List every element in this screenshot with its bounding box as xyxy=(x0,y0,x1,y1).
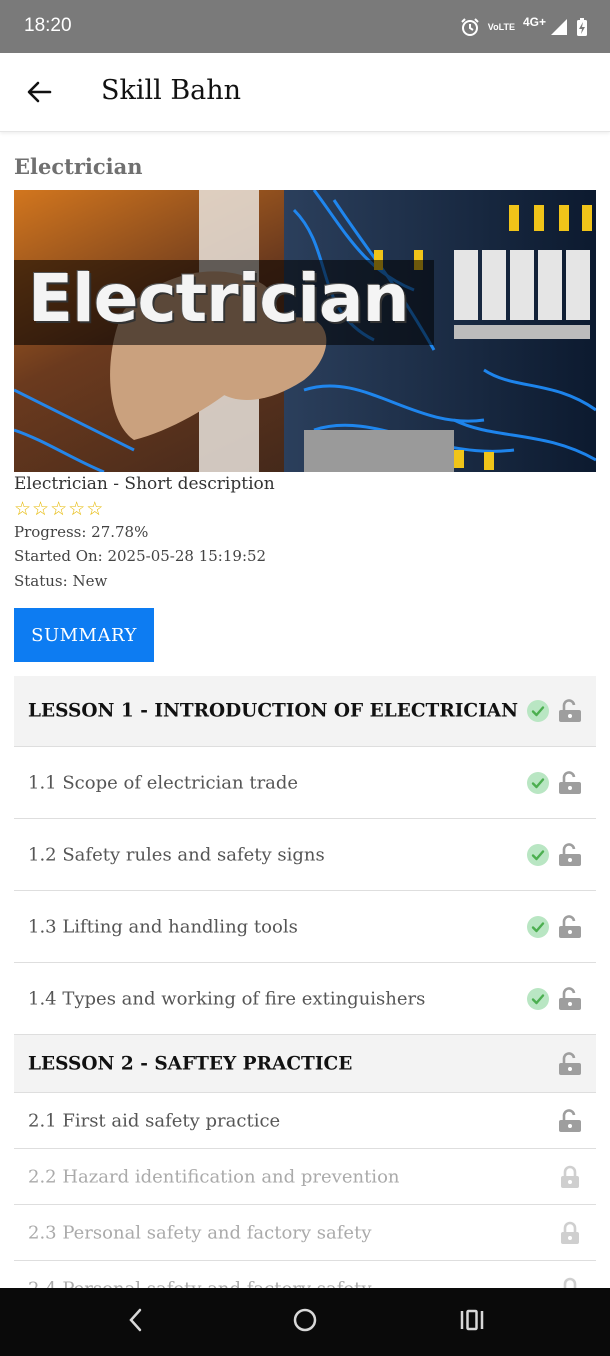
row-status-icons xyxy=(558,1165,582,1189)
lesson-topic-item[interactable]: 2.4 Personal safety and factory safety xyxy=(14,1261,596,1288)
lock-open-icon xyxy=(558,1108,582,1133)
topic-title: 2.4 Personal safety and factory safety xyxy=(28,1278,372,1288)
topic-title: 1.2 Safety rules and safety signs xyxy=(28,844,325,865)
lesson-topic-item[interactable]: 1.2 Safety rules and safety signs xyxy=(14,819,596,891)
check-circle-icon xyxy=(527,843,549,866)
lock-open-icon xyxy=(558,699,582,723)
star-outline-icon: ☆ xyxy=(68,498,86,520)
volte-indicator: Vo LTE xyxy=(487,21,515,32)
network-type: 4G+ xyxy=(522,15,546,29)
lesson-topic-item[interactable]: 1.4 Types and working of fire extinguish… xyxy=(14,963,596,1035)
course-banner-image: Electrician xyxy=(14,190,596,472)
topic-title: 2.2 Hazard identification and prevention xyxy=(28,1166,400,1187)
course-progress: Progress: 27.78% xyxy=(14,523,149,541)
course-status: Status: New xyxy=(14,572,108,590)
nav-home-button[interactable] xyxy=(285,1302,325,1342)
status-icons: Vo LTE 4G+ xyxy=(460,14,588,40)
signal-icon xyxy=(550,18,568,36)
lock-open-icon xyxy=(558,842,582,867)
row-status-icons xyxy=(527,914,582,939)
check-circle-icon xyxy=(527,771,549,794)
star-outline-icon: ☆ xyxy=(14,498,32,520)
lesson-title: LESSON 1 - INTRODUCTION OF ELECTRICIAN xyxy=(28,700,518,722)
row-status-icons xyxy=(558,1221,582,1245)
row-status-icons xyxy=(558,1108,582,1133)
topic-title: 1.4 Types and working of fire extinguish… xyxy=(28,988,426,1009)
topic-title: 1.1 Scope of electrician trade xyxy=(28,772,299,793)
app-bar: Skill Bahn xyxy=(0,53,610,132)
star-outline-icon: ☆ xyxy=(32,498,50,520)
lock-icon xyxy=(558,1277,582,1288)
arrow-left-icon xyxy=(26,79,52,109)
lesson-topic-item[interactable]: 2.3 Personal safety and factory safety xyxy=(14,1205,596,1261)
lock-icon xyxy=(558,1221,582,1245)
lesson-topic-item[interactable]: 2.1 First aid safety practice xyxy=(14,1093,596,1149)
star-outline-icon: ☆ xyxy=(86,498,104,520)
lesson-header[interactable]: LESSON 1 - INTRODUCTION OF ELECTRICIAN xyxy=(14,676,596,747)
row-status-icons xyxy=(558,1277,582,1288)
recents-icon xyxy=(459,1309,485,1335)
lock-icon xyxy=(558,1165,582,1189)
nav-recents-button[interactable] xyxy=(452,1302,492,1342)
chevron-left-icon xyxy=(126,1307,146,1337)
alarm-icon xyxy=(460,17,480,37)
check-circle-icon xyxy=(527,700,549,722)
system-nav-bar xyxy=(0,1288,610,1356)
lesson-title: LESSON 2 - SAFTEY PRACTICE xyxy=(28,1053,353,1074)
lock-open-icon xyxy=(558,914,582,939)
nav-back-button[interactable] xyxy=(116,1302,156,1342)
course-started-on: Started On: 2025-05-28 15:19:52 xyxy=(14,547,267,565)
status-time: 18:20 xyxy=(24,15,72,36)
summary-button[interactable]: SUMMARY xyxy=(14,608,154,662)
lock-open-icon xyxy=(558,1051,582,1076)
topic-title: 2.3 Personal safety and factory safety xyxy=(28,1222,372,1243)
app-title: Skill Bahn xyxy=(101,75,242,106)
volte-bottom: LTE xyxy=(498,21,515,32)
topic-title: 1.3 Lifting and handling tools xyxy=(28,916,298,937)
lesson-topic-item[interactable]: 1.3 Lifting and handling tools xyxy=(14,891,596,963)
row-status-icons xyxy=(527,986,582,1011)
banner-text: Electrician xyxy=(28,260,410,337)
status-bar: 18:20 Vo LTE 4G+ xyxy=(0,0,610,53)
rating-stars: ☆ ☆ ☆ ☆ ☆ xyxy=(14,500,103,519)
row-status-icons xyxy=(558,1051,582,1076)
course-content[interactable]: Electrician Electrician Electrician - Sh… xyxy=(0,132,610,1288)
home-circle-icon xyxy=(292,1307,318,1337)
check-circle-icon xyxy=(527,915,549,938)
lesson-list: LESSON 1 - INTRODUCTION OF ELECTRICIAN 1.… xyxy=(14,676,596,1288)
volte-top: Vo xyxy=(487,21,499,32)
lesson-topic-item[interactable]: 1.1 Scope of electrician trade xyxy=(14,747,596,819)
topic-title: 2.1 First aid safety practice xyxy=(28,1110,281,1131)
row-status-icons xyxy=(527,842,582,867)
back-button[interactable] xyxy=(20,75,58,113)
row-status-icons xyxy=(527,699,582,723)
lesson-topic-item[interactable]: 2.2 Hazard identification and prevention xyxy=(14,1149,596,1205)
course-short-description: Electrician - Short description xyxy=(14,474,275,494)
star-outline-icon: ☆ xyxy=(50,498,68,520)
battery-charging-icon xyxy=(576,17,588,37)
course-title: Electrician xyxy=(14,154,143,179)
check-circle-icon xyxy=(527,987,549,1010)
row-status-icons xyxy=(527,770,582,795)
lesson-header[interactable]: LESSON 2 - SAFTEY PRACTICE xyxy=(14,1035,596,1093)
lock-open-icon xyxy=(558,986,582,1011)
lock-open-icon xyxy=(558,770,582,795)
